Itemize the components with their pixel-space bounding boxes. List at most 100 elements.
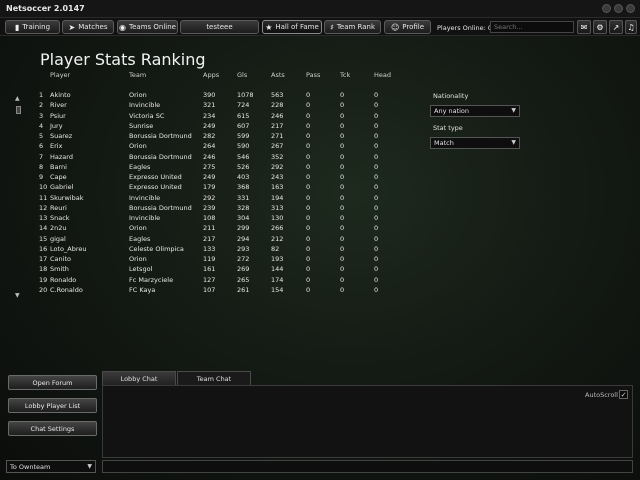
close-button[interactable] [626, 4, 635, 13]
page-title: Player Stats Ranking [40, 50, 206, 69]
nav-team-rank-button[interactable]: ♯ Team Rank [324, 20, 381, 34]
table-row[interactable]: 8 Barni Eagles 275 526 292 0 0 0 [0, 163, 400, 172]
table-row[interactable]: 11 Skurwibak Invincible 292 331 194 0 0 0 [0, 194, 400, 203]
table-row[interactable]: 12 Reuri Borussia Dortmund 239 328 313 0 0 0 [0, 204, 400, 213]
goals-cell: 304 [237, 214, 250, 222]
nav-user-label: testeee [206, 23, 233, 31]
table-row[interactable]: 13 Snack Invincible 108 304 130 0 0 0 [0, 214, 400, 223]
nav-profile-button[interactable]: ☺ Profile [384, 20, 431, 34]
head-cell: 0 [374, 193, 379, 202]
table-row[interactable]: 9 Cape Expresso United 249 403 243 0 0 0 [0, 173, 400, 182]
search-input[interactable] [490, 21, 574, 33]
nav-training-label: Training [22, 23, 51, 31]
header-team[interactable]: Team [129, 71, 146, 79]
nav-user-button[interactable]: testeee [180, 20, 259, 34]
table-row[interactable]: 5 Suarez Borussia Dortmund 282 599 271 0 0 0 [0, 132, 400, 141]
goals-cell: 403 [237, 173, 250, 181]
header-player[interactable]: Player [50, 71, 70, 79]
whistle-icon: ▮ [14, 22, 20, 32]
tab-team-chat[interactable]: Team Chat [177, 371, 251, 385]
header-tck[interactable]: Tck [340, 71, 350, 79]
assists-cell: 194 [271, 193, 284, 202]
table-row[interactable]: 2 River Invincible 321 724 228 0 0 0 [0, 101, 400, 110]
chat-input[interactable] [102, 460, 633, 473]
minimize-button[interactable] [602, 4, 611, 13]
chat-settings-button[interactable]: Chat Settings [8, 421, 97, 436]
table-row[interactable]: 20 C.Ronaldo FC Kaya 107 261 154 0 0 0 [0, 286, 400, 295]
tackle-cell: 0 [340, 121, 345, 130]
apps-cell: 161 [203, 265, 216, 274]
rank-cell: 13 [39, 214, 48, 222]
team-cell: Eagles [129, 162, 151, 171]
assists-cell: 212 [271, 234, 284, 243]
chat-messages-area[interactable] [102, 385, 633, 458]
settings-icon[interactable]: ⚙ [593, 20, 607, 34]
nav-training-button[interactable]: ▮ Training [5, 20, 60, 34]
nationality-select[interactable]: Any nation ▼ [430, 105, 520, 117]
apps-cell: 133 [203, 244, 216, 253]
tackle-cell: 0 [340, 275, 345, 284]
rank-cell: 12 [39, 203, 48, 212]
table-row[interactable]: 17 Canito Orion 119 272 193 0 0 0 [0, 255, 400, 264]
player-cell: Reuri [50, 203, 67, 212]
external-link-icon[interactable]: ↗ [609, 20, 623, 34]
scroll-down-icon[interactable]: ▼ [15, 292, 20, 299]
header-pass[interactable]: Pass [306, 71, 320, 79]
table-row[interactable]: 18 Smith Letsgol 161 269 144 0 0 0 [0, 265, 400, 274]
nav-teams-online-button[interactable]: ◉ Teams Online [117, 20, 178, 34]
rank-cell: 6 [39, 142, 44, 151]
assists-cell: 144 [271, 265, 284, 274]
table-row[interactable]: 10 Gabriel Expresso United 179 368 163 0 0 0 [0, 183, 400, 192]
header-gls[interactable]: Gls [237, 71, 247, 79]
app-title: Netsoccer 2.0147 [6, 4, 85, 13]
rank-cell: 2 [39, 101, 44, 110]
table-row[interactable]: 6 Erix Orion 264 590 267 0 0 0 [0, 142, 400, 151]
tackle-cell: 0 [340, 234, 345, 243]
stat-type-select[interactable]: Match ▼ [430, 137, 520, 149]
tackle-cell: 0 [340, 214, 345, 222]
team-cell: Sunrise [129, 121, 154, 130]
head-cell: 0 [374, 224, 379, 233]
open-forum-button[interactable]: Open Forum [8, 375, 97, 390]
team-cell: Fc Marzyciele [129, 275, 174, 284]
team-cell: Expresso United [129, 183, 182, 192]
lobby-player-list-button[interactable]: Lobby Player List [8, 398, 97, 413]
table-row[interactable]: 16 Loto_Abreu Celeste Olimpica 133 293 82 0 0 0 [0, 245, 400, 254]
tab-lobby-chat[interactable]: Lobby Chat [102, 371, 176, 385]
chat-target-select[interactable]: To Ownteam ▼ [6, 460, 96, 473]
tackle-cell: 0 [340, 162, 345, 171]
notifications-icon[interactable]: ♫ [625, 20, 637, 34]
head-cell: 0 [374, 132, 379, 140]
table-row[interactable]: 14 2n2u Orion 211 299 266 0 0 0 [0, 224, 400, 233]
pass-cell: 0 [306, 132, 311, 140]
header-apps[interactable]: Apps [203, 71, 219, 79]
tackle-cell: 0 [340, 244, 345, 253]
table-row[interactable]: 3 Psiur Victoria SC 234 615 246 0 0 0 [0, 112, 400, 121]
table-row[interactable]: 19 Ronaldo Fc Marzyciele 127 265 174 0 0 0 [0, 276, 400, 285]
table-row[interactable]: 7 Hazard Borussia Dortmund 246 546 352 0 0 0 [0, 153, 400, 162]
rank-cell: 18 [39, 265, 48, 274]
nationality-value: Any nation [434, 107, 470, 115]
head-cell: 0 [374, 255, 379, 263]
scrollbar-thumb[interactable] [16, 106, 21, 114]
player-cell: Gabriel [50, 183, 74, 192]
rank-cell: 5 [39, 132, 44, 140]
team-cell: Borussia Dortmund [129, 203, 192, 212]
header-asts[interactable]: Asts [271, 71, 285, 79]
table-row[interactable]: 15 gigal Eagles 217 294 212 0 0 0 [0, 235, 400, 244]
nav-hall-of-fame-button[interactable]: ★ Hall of Fame [262, 20, 322, 34]
maximize-button[interactable] [614, 4, 623, 13]
apps-cell: 292 [203, 193, 216, 202]
table-row[interactable]: 4 Jury Sunrise 249 607 217 0 0 0 [0, 122, 400, 131]
table-row[interactable]: 1 Akinto Orion 390 1078 563 0 0 0 [0, 91, 400, 100]
chat-target-value: To Ownteam [10, 462, 51, 471]
scroll-up-icon[interactable]: ▲ [15, 95, 20, 102]
assists-cell: 163 [271, 183, 284, 192]
nav-matches-button[interactable]: ➤ Matches [62, 20, 114, 34]
assists-cell: 292 [271, 162, 284, 171]
autoscroll-checkbox[interactable]: ✓ [619, 390, 628, 399]
messages-icon[interactable]: ✉ [577, 20, 591, 34]
pass-cell: 0 [306, 111, 311, 120]
header-head[interactable]: Head [374, 71, 391, 79]
team-cell: Borussia Dortmund [129, 132, 192, 140]
